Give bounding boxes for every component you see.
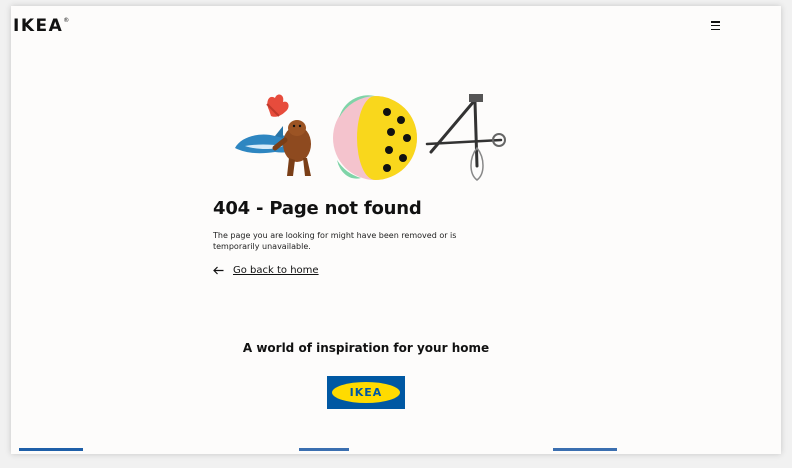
- digit-zero-ball-icon: [333, 95, 417, 180]
- inspiration-heading: A world of inspiration for your home: [242, 341, 490, 355]
- 404-illustration: [235, 94, 506, 181]
- hamburger-menu-icon[interactable]: [711, 21, 720, 30]
- digit-four-plush-shark-icon: [235, 94, 311, 176]
- ikea-logo[interactable]: IKEA®: [13, 16, 69, 36]
- arrow-left-icon: [213, 266, 224, 275]
- page-title: 404 - Page not found: [213, 198, 422, 219]
- error-description: The page you are looking for might have …: [213, 231, 457, 251]
- footer-decoration-right: [553, 448, 617, 451]
- digit-four-kitchen-tools-icon: [425, 94, 506, 181]
- registered-mark: ®: [63, 17, 70, 25]
- browser-page: IKEA® 404 - Page not found The page you …: [11, 6, 781, 454]
- ikea-logo-text: IKEA: [13, 16, 64, 36]
- back-home-label: Go back to home: [233, 265, 319, 276]
- footer-decoration-center: [299, 448, 349, 451]
- ikea-footer-logo[interactable]: IKEA: [327, 376, 405, 409]
- back-home-link[interactable]: Go back to home: [213, 265, 319, 276]
- footer-decoration-left: [19, 448, 83, 451]
- ikea-footer-logo-text: IKEA: [332, 382, 400, 403]
